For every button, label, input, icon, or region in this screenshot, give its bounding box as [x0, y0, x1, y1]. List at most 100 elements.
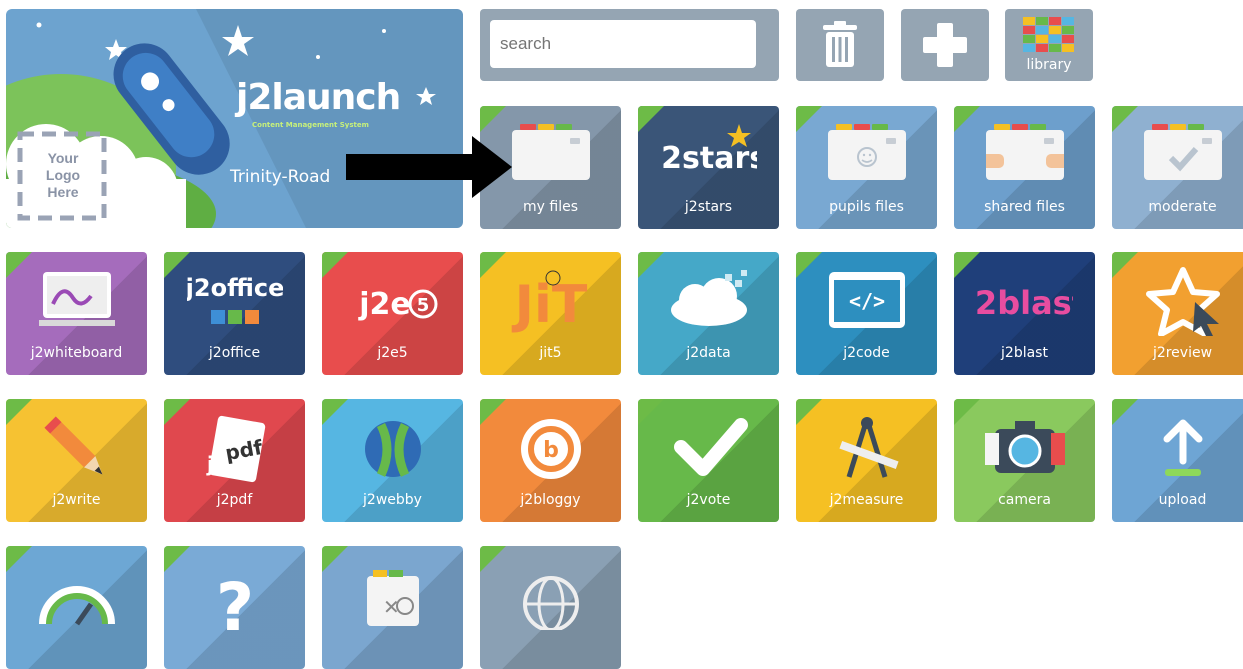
tile-j2review[interactable]: j2review: [1112, 252, 1243, 375]
tile-j2pdf[interactable]: pdf j2 j2pdf: [164, 399, 305, 522]
tile-j2measure[interactable]: j2measure: [796, 399, 937, 522]
tile-tools-folder[interactable]: ✕: [322, 546, 463, 669]
svg-text:j2office: j2office: [187, 274, 283, 302]
tile-gauge[interactable]: [6, 546, 147, 669]
library-label: library: [1026, 57, 1072, 73]
tile-j2write[interactable]: j2write: [6, 399, 147, 522]
plus-icon: [923, 23, 967, 67]
svg-text:?: ?: [215, 569, 253, 630]
tile-corner-badge: [796, 399, 822, 425]
svg-text:j2: j2: [206, 452, 228, 476]
tile-corner-badge: [322, 546, 348, 572]
tile-j2blast[interactable]: J2blast j2blast: [954, 252, 1095, 375]
tile-j2bloggy[interactable]: b j2bloggy: [480, 399, 621, 522]
tile-corner-badge: [480, 252, 506, 278]
tile-j2office[interactable]: j2office j2office: [164, 252, 305, 375]
tile-label: moderate: [1148, 199, 1217, 215]
tile-corner-badge: [638, 252, 664, 278]
tile-label: j2stars: [684, 199, 733, 215]
upload-icon: [1163, 419, 1202, 476]
tile-upload[interactable]: upload: [1112, 399, 1243, 522]
tile-corner-badge: [322, 252, 348, 278]
tile-corner-badge: [638, 106, 664, 132]
help-icon: ?: [215, 569, 253, 630]
tile-shared-files[interactable]: shared files: [954, 106, 1095, 229]
delete-button[interactable]: [796, 9, 884, 81]
brand-name: j2launch: [236, 77, 401, 118]
svg-text:5: 5: [416, 295, 429, 316]
folder-icon: [1143, 124, 1222, 180]
j2blast-logo: J2blast: [977, 284, 1073, 322]
tile-corner-badge: [164, 252, 190, 278]
tile-label: shared files: [984, 199, 1065, 215]
tile-globe[interactable]: [480, 546, 621, 669]
add-button[interactable]: [901, 9, 989, 81]
tile-corner-badge: [954, 252, 980, 278]
j2office-logo: j2office: [187, 274, 283, 324]
tile-jit5[interactable]: JiT jit5: [480, 252, 621, 375]
tile-corner-badge: [954, 106, 980, 132]
tile-corner-badge: [480, 106, 506, 132]
j2stars-logo: j2stars: [661, 124, 757, 176]
folder-icon: [827, 124, 906, 180]
folder-icon: [511, 124, 590, 180]
tile-label: j2pdf: [216, 492, 253, 508]
tile-moderate[interactable]: moderate: [1112, 106, 1243, 229]
arrow-right-icon: [346, 136, 512, 198]
tile-label: j2code: [843, 345, 890, 361]
j2e5-logo: j2e 5: [358, 287, 437, 322]
folder-icon: [985, 124, 1064, 180]
tile-label: j2whiteboard: [30, 345, 123, 361]
bloggy-icon: b: [520, 419, 581, 479]
library-button[interactable]: library: [1005, 9, 1093, 81]
tile-pupils-files[interactable]: pupils files: [796, 106, 937, 229]
cloud-data-icon: [670, 270, 747, 326]
tile-corner-badge: [1112, 252, 1138, 278]
tile-j2data[interactable]: j2data: [638, 252, 779, 375]
tools-folder-icon: ✕: [366, 570, 419, 626]
tile-j2whiteboard[interactable]: j2whiteboard: [6, 252, 147, 375]
tile-label: j2write: [52, 492, 101, 508]
tile-camera[interactable]: camera: [954, 399, 1095, 522]
tile-j2code[interactable]: </> j2code: [796, 252, 937, 375]
tile-label: j2data: [686, 345, 731, 361]
logo-text-line: Logo: [45, 167, 81, 183]
svg-text:b: b: [543, 438, 559, 463]
tile-corner-badge: [638, 399, 664, 425]
tile-j2e5[interactable]: j2e 5 j2e5: [322, 252, 463, 375]
tile-corner-badge: [954, 399, 980, 425]
svg-text:</>: </>: [848, 289, 884, 313]
tile-corner-badge: [1112, 399, 1138, 425]
pdf-icon: pdfj2: [206, 415, 265, 483]
tile-label: j2bloggy: [520, 492, 581, 508]
tile-label: jit5: [539, 345, 562, 361]
tile-label: pupils files: [829, 199, 904, 215]
school-name: Trinity-Road: [230, 167, 331, 187]
jit-logo: JiT: [511, 270, 587, 335]
tile-label: my files: [523, 199, 578, 215]
checkmark-icon: [673, 418, 748, 476]
tile-label: upload: [1158, 492, 1207, 508]
search-input[interactable]: [490, 20, 756, 68]
tile-j2stars[interactable]: j2stars j2stars: [638, 106, 779, 229]
camera-icon: [984, 421, 1065, 473]
tile-corner-badge: [164, 546, 190, 572]
pencil-icon: [43, 416, 102, 475]
logo-placeholder: Your Logo Here: [34, 150, 92, 201]
logo-text-line: Here: [47, 184, 79, 200]
tile-j2vote[interactable]: j2vote: [638, 399, 779, 522]
tile-label: j2blast: [1001, 345, 1048, 361]
tile-help[interactable]: ?: [164, 546, 305, 669]
svg-text:j2stars: j2stars: [661, 141, 757, 176]
tile-label: j2office: [208, 345, 261, 361]
tile-corner-badge: [796, 252, 822, 278]
grid-icon: [1023, 17, 1074, 52]
tile-corner-badge: [796, 106, 822, 132]
tile-label: j2vote: [686, 492, 731, 508]
search-panel: [480, 9, 779, 81]
svg-text:J2blast: J2blast: [977, 284, 1073, 322]
tile-label: j2e5: [377, 345, 408, 361]
tile-corner-badge: [480, 546, 506, 572]
code-icon: </>: [828, 272, 905, 328]
tile-j2webby[interactable]: j2webby: [322, 399, 463, 522]
